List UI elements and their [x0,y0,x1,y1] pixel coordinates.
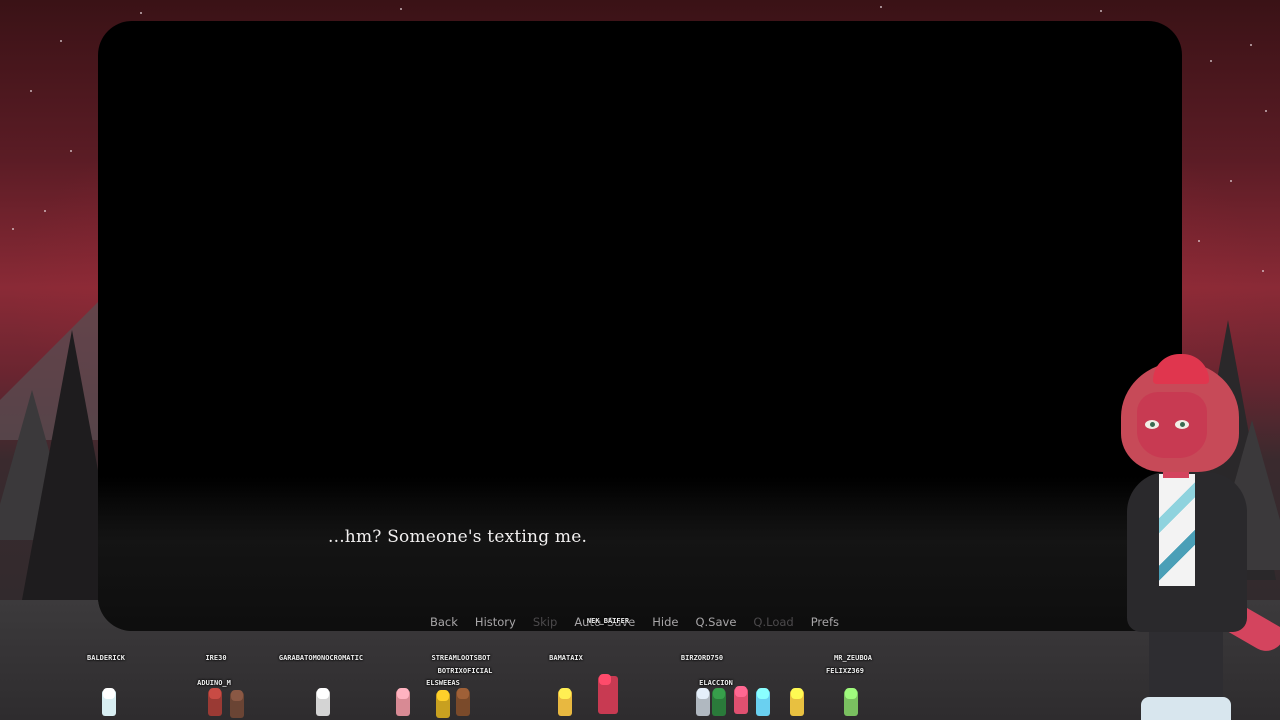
chat-username: BAMATAIX [549,654,583,662]
chat-username: NEK_BAIFER [586,617,630,625]
quick-menu: Back History Skip Auto Save Hide Q.Save … [430,615,856,631]
preferences-button[interactable]: Prefs [811,615,839,631]
dialogue-box[interactable] [98,481,1182,631]
chat-username: ADUINO_M [197,679,231,687]
character-eye [1175,420,1189,429]
history-button[interactable]: History [475,615,516,631]
game-viewport[interactable] [98,21,1182,631]
avatar [558,690,572,716]
chat-username: BALDERICK [87,654,125,662]
character-eye [1145,420,1159,429]
chat-username: ELSWEEAS [426,679,460,687]
avatar [436,692,450,718]
chat-username: ELACCION [699,679,733,687]
chat-username: FELIXZ369 [826,667,864,675]
game-scene: ...hm? Someone's texting me. Back Histor… [0,0,1280,720]
avatar [208,690,222,716]
avatar [756,690,770,716]
avatar [102,690,116,716]
avatar [598,676,618,714]
avatar [712,690,726,716]
hide-button[interactable]: Hide [652,615,678,631]
avatar [396,690,410,716]
chat-username: STREAMLOOTSBOT [431,654,491,662]
character-crest [1153,354,1209,384]
chat-username: BIRZORD750 [680,654,724,662]
back-button[interactable]: Back [430,615,458,631]
chat-username: MR_ZEUBOA [834,654,872,662]
avatar [230,692,244,718]
chat-username: BOTRIXOFICIAL [437,667,493,675]
dialogue-text: ...hm? Someone's texting me. [328,527,588,547]
avatar [734,688,748,714]
chat-username: GARABATOMONOCROMATIC [278,654,364,662]
avatar [456,690,470,716]
avatar [844,690,858,716]
avatar [790,690,804,716]
avatar [696,690,710,716]
quick-save-button[interactable]: Q.Save [695,615,736,631]
chat-username: IRE30 [205,654,227,662]
character-boots [1141,697,1231,720]
red-lizard-character-sprite [1115,352,1280,720]
avatar [316,690,330,716]
character-shirt [1159,474,1195,586]
skip-button[interactable]: Skip [533,615,557,631]
quick-load-button[interactable]: Q.Load [753,615,793,631]
